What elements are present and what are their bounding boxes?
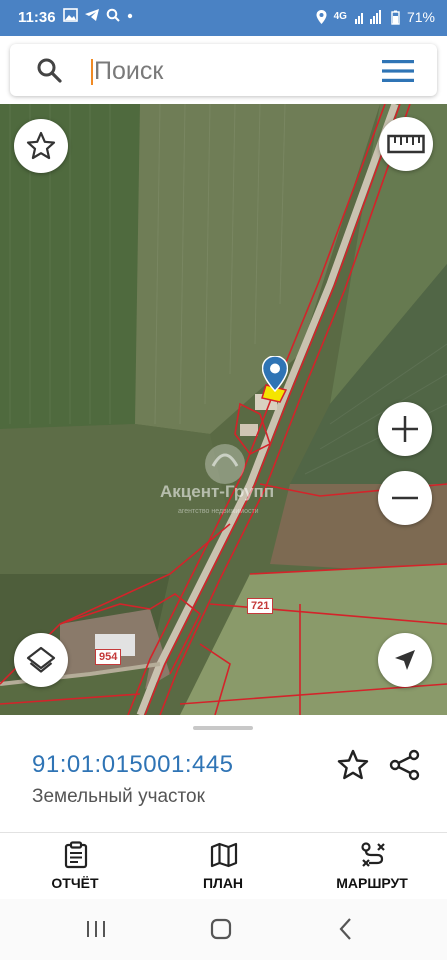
route-button[interactable]: МАРШРУТ xyxy=(312,833,432,899)
road-label: 954 xyxy=(95,649,122,665)
road-label: 721 xyxy=(247,598,274,614)
telegram-icon xyxy=(85,9,99,21)
layers-button[interactable] xyxy=(14,633,68,687)
top-bar: Поиск xyxy=(0,36,447,104)
recent-apps-icon[interactable] xyxy=(76,913,116,945)
battery-icon xyxy=(391,10,400,25)
map-imagery xyxy=(0,104,447,715)
location-pin-icon[interactable] xyxy=(262,356,288,392)
plan-button[interactable]: ПЛАН xyxy=(163,833,283,899)
ruler-icon xyxy=(387,134,425,154)
map-plan-icon xyxy=(210,842,238,868)
status-bar: 11:36 4G 71% xyxy=(0,0,447,36)
location-icon xyxy=(316,10,327,24)
plus-icon xyxy=(392,416,418,442)
battery-percent: 71% xyxy=(406,9,435,25)
watermark-subtitle: агентство недвижимости xyxy=(178,508,259,515)
notification-icons xyxy=(63,8,134,22)
signal-icon xyxy=(354,10,381,24)
menu-icon[interactable] xyxy=(382,60,414,82)
parcel-info-sheet[interactable]: 91:01:015001:445 Земельный участок xyxy=(0,715,447,833)
cadastral-number[interactable]: 91:01:015001:445 xyxy=(32,751,234,779)
drag-handle[interactable] xyxy=(193,726,253,730)
layers-icon xyxy=(26,646,56,673)
search-input[interactable]: Поиск xyxy=(94,57,163,86)
star-icon xyxy=(26,131,56,160)
favorites-button[interactable] xyxy=(14,119,68,173)
report-button[interactable]: ОТЧЁТ xyxy=(15,833,135,899)
system-navigation-bar xyxy=(0,899,447,960)
parcel-type: Земельный участок xyxy=(32,786,205,807)
route-icon xyxy=(361,842,385,867)
text-caret xyxy=(91,59,93,85)
satellite-map[interactable]: Акцент-Групп агентство недвижимости 721 … xyxy=(0,104,447,715)
search-notification-icon xyxy=(106,8,120,22)
my-location-button[interactable] xyxy=(378,633,432,687)
ruler-button[interactable] xyxy=(379,117,433,171)
navigation-arrow-icon xyxy=(395,650,415,670)
zoom-out-button[interactable] xyxy=(378,471,432,525)
share-icon[interactable] xyxy=(388,748,422,782)
gallery-icon xyxy=(63,8,78,22)
dot-icon xyxy=(127,13,133,19)
route-label: МАРШРУТ xyxy=(336,875,408,891)
status-time: 11:36 xyxy=(18,9,56,26)
back-icon[interactable] xyxy=(326,913,366,945)
watermark-text: Акцент-Групп xyxy=(160,482,275,501)
system-icons: 4G 71% xyxy=(316,9,435,25)
search-box[interactable]: Поиск xyxy=(10,44,437,96)
action-bar: ОТЧЁТ ПЛАН МАРШРУТ xyxy=(0,833,447,899)
home-icon[interactable] xyxy=(201,913,241,945)
plan-label: ПЛАН xyxy=(202,875,244,891)
favorite-star-icon[interactable] xyxy=(336,748,370,782)
minus-icon xyxy=(392,496,418,500)
report-label: ОТЧЁТ xyxy=(51,875,99,891)
search-icon[interactable] xyxy=(36,57,62,83)
network-type: 4G xyxy=(333,11,347,22)
zoom-in-button[interactable] xyxy=(378,402,432,456)
report-icon xyxy=(64,841,88,869)
